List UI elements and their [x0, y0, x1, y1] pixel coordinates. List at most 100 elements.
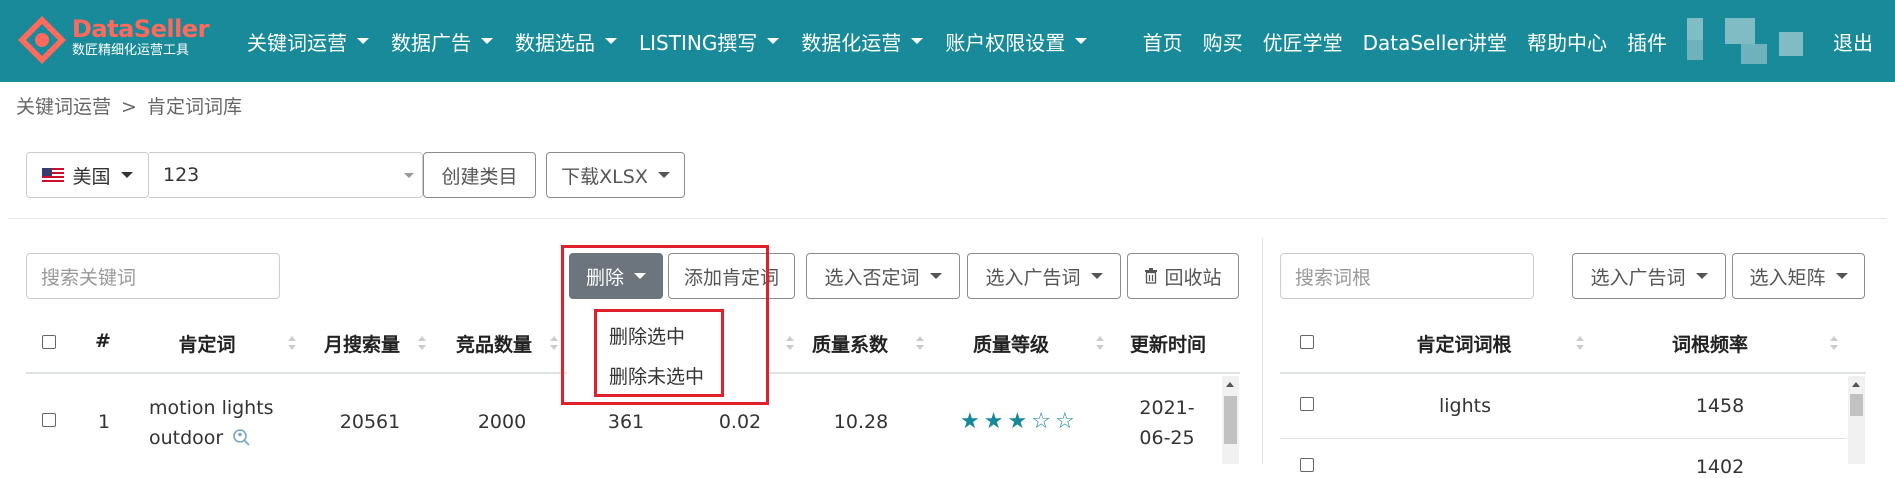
search-placeholder: 搜索词根: [1295, 266, 1372, 289]
caret-down-icon: [120, 172, 133, 178]
highlight-box-inner: [594, 309, 724, 397]
root-row-checkbox[interactable]: [1300, 458, 1314, 472]
menu-label: 数据广告: [391, 30, 471, 55]
header-competitors[interactable]: 竞品数量: [446, 330, 542, 357]
button-label: 回收站: [1164, 266, 1222, 289]
section-divider: [8, 218, 1887, 219]
left-scroll-thumb[interactable]: [1224, 396, 1237, 444]
panel-divider: [1262, 238, 1263, 464]
category-value: 123: [163, 164, 200, 186]
menu-data-ads[interactable]: 数据广告: [391, 27, 493, 56]
root-cell: lights: [1438, 395, 1491, 417]
row-col-a: 361: [607, 411, 645, 433]
breadcrumb-parent[interactable]: 关键词运营: [16, 96, 111, 118]
nav-right: 首页 购买 优匠学堂 DataSeller讲堂 帮助中心 插件 退出: [1143, 0, 1895, 82]
country-select[interactable]: 美国: [26, 152, 149, 198]
caret-down-icon: [605, 38, 617, 44]
quality-stars: ★ ★ ★ ☆ ☆: [960, 410, 1079, 434]
breadcrumb: 关键词运营 > 肯定词词库: [16, 92, 242, 119]
sort-icon[interactable]: [288, 336, 296, 352]
sort-icon[interactable]: [418, 336, 426, 352]
date-line2: 06-25: [1139, 427, 1195, 449]
button-label: 下载XLSX: [561, 165, 648, 188]
right-table-scrollbar[interactable]: [1848, 376, 1865, 464]
star-empty-icon: ☆: [1031, 409, 1051, 434]
menu-label: LISTING撰写: [639, 30, 758, 55]
brand-subtitle: 数匠精细化运营工具: [72, 43, 190, 58]
category-select[interactable]: 123: [149, 152, 423, 198]
row-index: 1: [97, 411, 111, 433]
button-label: 选入广告词: [1590, 266, 1686, 289]
header-root[interactable]: 肯定词词根: [1404, 330, 1524, 357]
sort-icon[interactable]: [1830, 336, 1838, 352]
logout-link[interactable]: 退出: [1833, 27, 1873, 56]
header-quality-grade[interactable]: 质量等级: [958, 330, 1064, 357]
row-col-b: 0.02: [718, 411, 762, 433]
recycle-bin-button[interactable]: 回收站: [1127, 253, 1239, 299]
us-flag-icon: [42, 168, 65, 182]
nav-lecture-link[interactable]: DataSeller讲堂: [1363, 27, 1507, 56]
sort-icon[interactable]: [916, 336, 924, 352]
username-redacted[interactable]: [1687, 18, 1811, 64]
top-nav: DataSeller 数匠精细化运营工具 关键词运营 数据广告 数据选品 LIS…: [0, 0, 1895, 82]
header-update-time[interactable]: 更新时间: [1120, 330, 1216, 357]
button-label: 选入矩阵: [1749, 266, 1826, 289]
caret-down-icon: [1695, 273, 1708, 279]
menu-data-ops[interactable]: 数据化运营: [801, 27, 924, 56]
star-filled-icon: ★: [983, 409, 1004, 434]
select-ad-word-button[interactable]: 选入广告词: [967, 253, 1121, 299]
caret-down-icon: [657, 172, 670, 178]
right-select-ad-button[interactable]: 选入广告词: [1572, 253, 1726, 299]
select-all-checkbox[interactable]: [42, 335, 56, 349]
header-monthly-search[interactable]: 月搜索量: [312, 330, 412, 357]
header-quality-coef[interactable]: 质量系数: [800, 330, 900, 357]
menu-account-permissions[interactable]: 账户权限设置: [945, 27, 1088, 56]
right-scroll-thumb[interactable]: [1850, 394, 1863, 416]
sort-icon[interactable]: [786, 336, 794, 352]
root-row-checkbox[interactable]: [1300, 397, 1314, 411]
sort-icon[interactable]: [550, 336, 558, 352]
nav-buy-link[interactable]: 购买: [1203, 27, 1243, 56]
caret-down-icon: [929, 273, 942, 279]
sort-icon[interactable]: [1576, 336, 1584, 352]
trash-icon: [1145, 268, 1158, 284]
root-search-input[interactable]: 搜索词根: [1280, 253, 1534, 299]
nav-academy-link[interactable]: 优匠学堂: [1263, 27, 1343, 56]
menu-product-select[interactable]: 数据选品: [515, 27, 617, 56]
select-matrix-button[interactable]: 选入矩阵: [1732, 253, 1865, 299]
row-checkbox[interactable]: [42, 413, 56, 427]
breadcrumb-separator: >: [121, 96, 137, 118]
menu-label: 数据化运营: [801, 30, 902, 55]
row-competitors: 2000: [477, 411, 527, 433]
brand[interactable]: DataSeller 数匠精细化运营工具: [72, 16, 209, 60]
nav-home-link[interactable]: 首页: [1143, 27, 1183, 56]
caret-down-icon: [357, 38, 369, 44]
download-xlsx-button[interactable]: 下载XLSX: [546, 152, 685, 198]
nav-plugin-link[interactable]: 插件: [1627, 27, 1667, 56]
keyword-search-input[interactable]: 搜索关键词: [26, 253, 280, 299]
sort-icon[interactable]: [1096, 336, 1104, 352]
scroll-up-icon[interactable]: [1852, 382, 1860, 387]
button-label: 选入否定词: [824, 266, 920, 289]
caret-down-icon: [1090, 273, 1103, 279]
select-negative-button[interactable]: 选入否定词: [806, 253, 960, 299]
brand-name: DataSeller: [72, 15, 209, 43]
chevron-down-icon: [404, 173, 414, 178]
caret-down-icon: [911, 38, 924, 44]
menu-label: 数据选品: [515, 30, 595, 55]
search-keyword-icon[interactable]: [232, 428, 252, 446]
header-keyword[interactable]: 肯定词: [150, 330, 264, 357]
search-placeholder: 搜索关键词: [41, 266, 137, 289]
menu-keyword-ops[interactable]: 关键词运营: [247, 27, 369, 56]
menu-label: 关键词运营: [247, 30, 347, 55]
scroll-up-icon[interactable]: [1226, 382, 1234, 387]
menu-listing-writing[interactable]: LISTING撰写: [639, 27, 780, 56]
nav-help-link[interactable]: 帮助中心: [1527, 27, 1607, 56]
dataseller-logo-icon[interactable]: [16, 14, 68, 66]
header-root-freq[interactable]: 词根频率: [1660, 330, 1760, 357]
button-label: 创建类目: [441, 165, 518, 188]
root-select-all-checkbox[interactable]: [1300, 335, 1314, 349]
caret-down-icon: [1075, 38, 1088, 44]
create-category-button[interactable]: 创建类目: [423, 152, 536, 198]
keyword-line1: motion lights: [149, 397, 274, 419]
